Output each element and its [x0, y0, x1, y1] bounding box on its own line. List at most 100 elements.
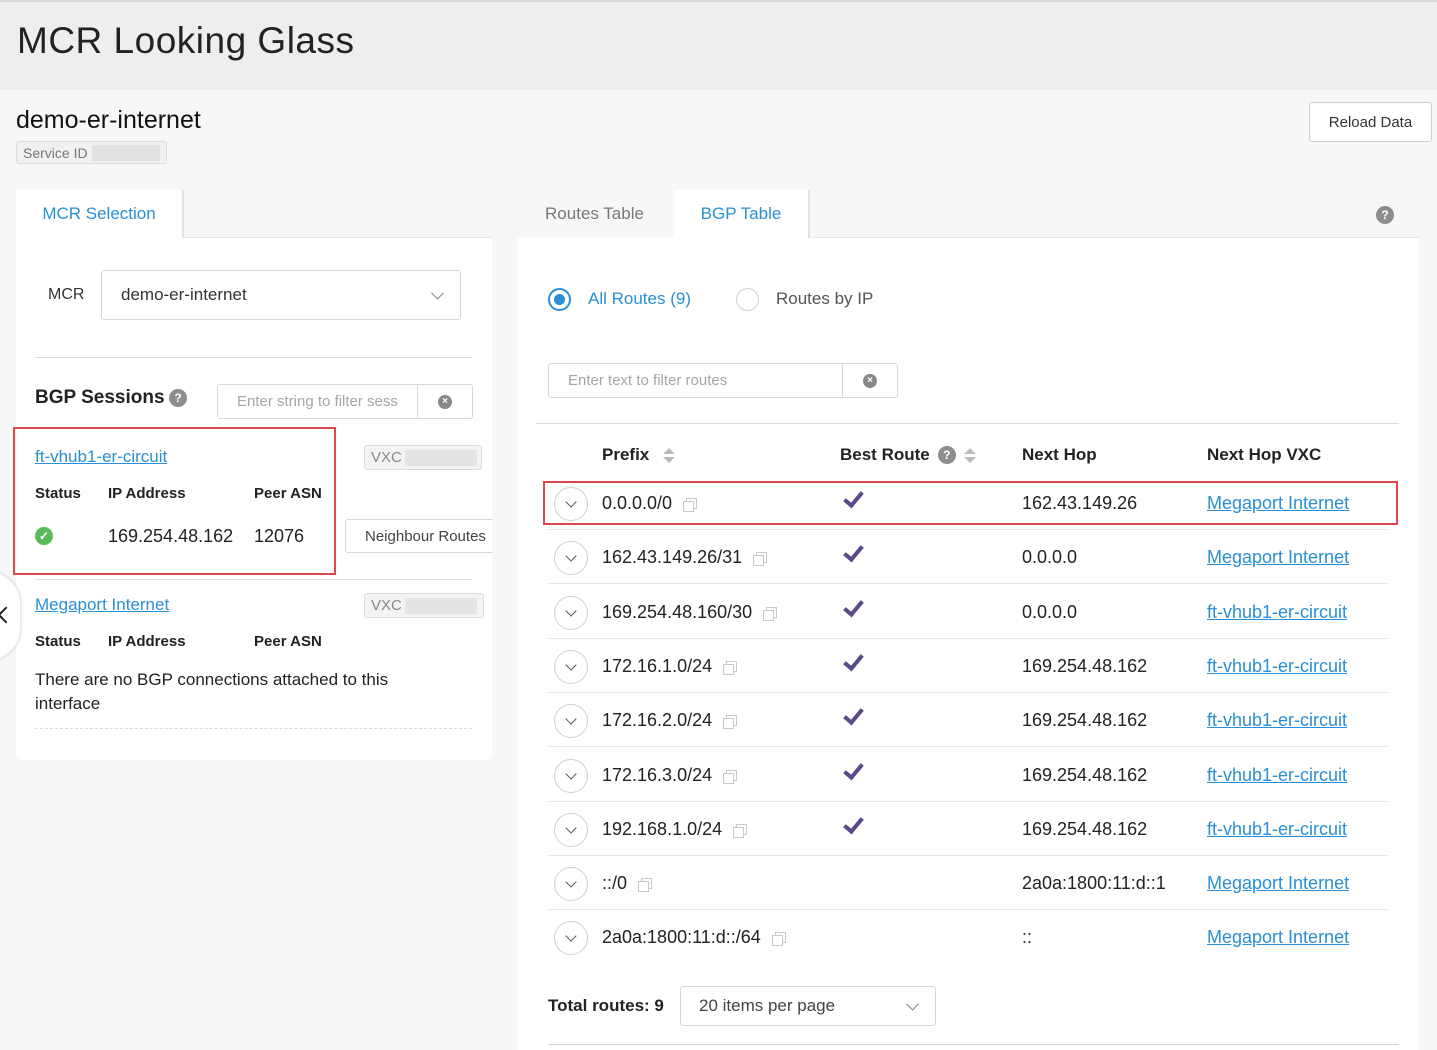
- help-icon[interactable]: ?: [1376, 206, 1394, 224]
- col-prefix[interactable]: Prefix: [602, 445, 676, 465]
- table-row: ::/0 2a0a:1800:11:d::1 Megaport Internet: [548, 856, 1388, 910]
- table-row: 169.254.48.160/30 0.0.0.0 ft-vhub1-er-circ…: [548, 585, 1388, 639]
- reload-data-button[interactable]: Reload Data: [1309, 102, 1432, 142]
- next-hop-vxc-link[interactable]: ft-vhub1-er-circuit: [1207, 602, 1347, 623]
- col-best-route[interactable]: Best Route ?: [840, 445, 976, 465]
- col-best-route-label: Best Route: [840, 445, 930, 464]
- mcr-label: MCR: [48, 286, 85, 303]
- next-hop-vxc-link[interactable]: ft-vhub1-er-circuit: [1207, 710, 1347, 731]
- routes-filter-input[interactable]: [549, 364, 839, 397]
- table-row: 172.16.1.0/24 169.254.48.162 ft-vhub1-er-c…: [548, 639, 1388, 693]
- app-title: MCR Looking Glass: [17, 20, 355, 61]
- prefix-cell: ::/0: [602, 873, 653, 894]
- prefix-value: 172.16.1.0/24: [602, 656, 713, 676]
- chevron-down-icon: [431, 286, 444, 300]
- peer-asn-header: Peer ASN: [254, 633, 322, 650]
- next-hop-value: 2a0a:1800:11:d::1: [1022, 873, 1166, 893]
- radio-routes-by-ip[interactable]: [736, 288, 759, 311]
- copy-icon[interactable]: [753, 552, 768, 566]
- session-link-megaport-internet[interactable]: Megaport Internet: [35, 595, 169, 615]
- prefix-cell: 172.16.1.0/24: [602, 656, 738, 677]
- prefix-cell: 169.254.48.160/30: [602, 602, 778, 623]
- next-hop-vxc-link[interactable]: ft-vhub1-er-circuit: [1207, 765, 1347, 786]
- total-routes: Total routes: 9: [548, 996, 664, 1015]
- divider: [548, 1044, 1399, 1045]
- copy-icon[interactable]: [723, 770, 738, 784]
- best-route-check-icon: [844, 814, 862, 836]
- prefix-cell: 2a0a:1800:11:d::/64: [602, 927, 786, 948]
- help-icon[interactable]: ?: [169, 389, 187, 407]
- next-hop-vxc-link[interactable]: Megaport Internet: [1207, 927, 1349, 948]
- next-hop-value: 0.0.0.0: [1022, 547, 1078, 567]
- table-row: 162.43.149.26/31 0.0.0.0 Megaport Internet: [548, 530, 1388, 584]
- expand-row-button[interactable]: [554, 759, 588, 793]
- next-hop-value: 169.254.48.162: [1022, 765, 1148, 785]
- copy-icon[interactable]: [763, 607, 778, 621]
- vxc-label: VXC: [371, 449, 402, 466]
- chevron-down-icon: [565, 876, 577, 888]
- next-hop-vxc-link[interactable]: ft-vhub1-er-circuit: [1207, 656, 1347, 677]
- clear-routes-filter-button[interactable]: ×: [842, 364, 897, 397]
- next-hop-vxc-link[interactable]: ft-vhub1-er-circuit: [1207, 819, 1347, 840]
- chevron-left-icon: [0, 606, 15, 624]
- copy-icon[interactable]: [723, 661, 738, 675]
- mcr-select-value: demo-er-internet: [121, 285, 247, 304]
- prefix-cell: 162.43.149.26/31: [602, 547, 768, 568]
- status-header: Status: [35, 633, 81, 650]
- prefix-value: 169.254.48.160/30: [602, 602, 753, 622]
- prefix-value: ::/0: [602, 873, 628, 893]
- clear-session-filter-button[interactable]: ×: [417, 385, 472, 418]
- expand-row-button[interactable]: [554, 704, 588, 738]
- mcr-select[interactable]: demo-er-internet: [101, 270, 461, 320]
- per-page-select[interactable]: 20 items per page: [680, 986, 936, 1026]
- prefix-value: 172.16.3.0/24: [602, 765, 713, 785]
- highlight-box: [13, 427, 336, 575]
- chevron-down-icon: [565, 822, 577, 834]
- copy-icon[interactable]: [723, 715, 738, 729]
- divider: [35, 579, 472, 580]
- tab-routes-table[interactable]: Routes Table: [517, 190, 672, 238]
- table-row: 172.16.3.0/24 169.254.48.162 ft-vhub1-er-c…: [548, 748, 1388, 802]
- all-routes-label[interactable]: All Routes (9): [588, 289, 691, 309]
- vxc-badge: VXC: [364, 593, 484, 618]
- expand-row-button[interactable]: [554, 650, 588, 684]
- sort-icon[interactable]: [963, 447, 976, 463]
- highlight-box: [543, 481, 1398, 525]
- prefix-value: 162.43.149.26/31: [602, 547, 743, 567]
- expand-row-button[interactable]: [554, 921, 588, 955]
- prefix-cell: 172.16.2.0/24: [602, 710, 738, 731]
- help-icon[interactable]: ?: [937, 446, 956, 464]
- next-hop-vxc-link[interactable]: Megaport Internet: [1207, 873, 1349, 894]
- expand-row-button[interactable]: [554, 813, 588, 847]
- copy-icon[interactable]: [638, 878, 653, 892]
- divider: [536, 423, 1399, 424]
- expand-row-button[interactable]: [554, 541, 588, 575]
- copy-icon[interactable]: [771, 932, 786, 946]
- no-bgp-message: There are no BGP connections attached to…: [35, 670, 389, 713]
- next-hop-value: 169.254.48.162: [1022, 656, 1148, 676]
- vxc-badge: VXC: [364, 445, 482, 470]
- expand-row-button[interactable]: [554, 867, 588, 901]
- routes-by-ip-label[interactable]: Routes by IP: [776, 289, 873, 309]
- neighbour-routes-button[interactable]: Neighbour Routes: [345, 519, 492, 553]
- table-row: 192.168.1.0/24 169.254.48.162 ft-vhub1-er-…: [548, 802, 1388, 856]
- sort-icon[interactable]: [663, 447, 676, 463]
- prefix-cell: 192.168.1.0/24: [602, 819, 748, 840]
- expand-row-button[interactable]: [554, 596, 588, 630]
- session-filter-input[interactable]: [218, 385, 418, 418]
- radio-all-routes[interactable]: [548, 288, 571, 311]
- service-id-badge: Service ID: [16, 141, 167, 164]
- chevron-down-icon: [565, 713, 577, 725]
- next-hop-value: ::: [1022, 927, 1033, 947]
- chevron-down-icon: [565, 659, 577, 671]
- next-hop-vxc-link[interactable]: Megaport Internet: [1207, 547, 1349, 568]
- tab-mcr-selection[interactable]: MCR Selection: [16, 190, 184, 238]
- prefix-value: 2a0a:1800:11:d::/64: [602, 927, 761, 947]
- chevron-down-icon: [565, 605, 577, 617]
- copy-icon[interactable]: [733, 824, 748, 838]
- bgp-sessions-title: BGP Sessions: [35, 387, 165, 408]
- tab-bgp-table[interactable]: BGP Table: [674, 190, 810, 238]
- vxc-redacted: [404, 597, 477, 614]
- divider: [35, 357, 472, 358]
- best-route-check-icon: [844, 597, 862, 619]
